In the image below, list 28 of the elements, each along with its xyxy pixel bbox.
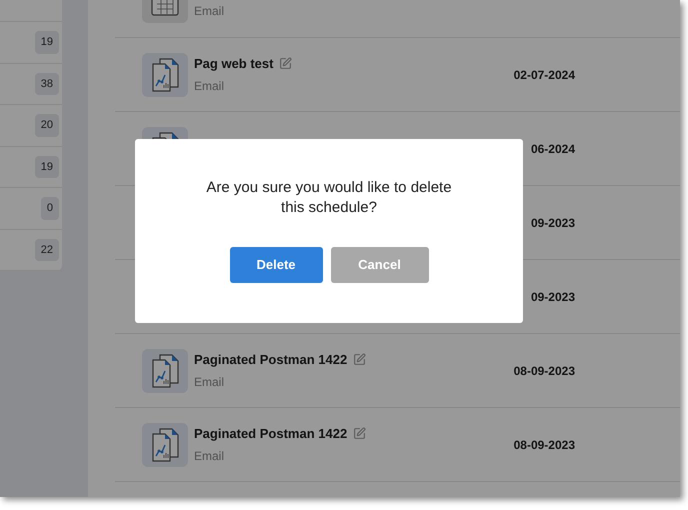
schedule-date: 08-09-2023 (514, 438, 575, 452)
schedule-type: Email (194, 78, 226, 96)
edit-icon[interactable] (353, 353, 366, 366)
schedule-name: Paginated Postman 1422 (194, 424, 348, 443)
cancel-button[interactable]: Cancel (330, 247, 428, 283)
edit-icon[interactable] (353, 427, 366, 440)
schedule-date: 06-2024 (530, 142, 575, 156)
count-badge: 19 (34, 31, 59, 54)
schedule-name: Pag web test (194, 54, 274, 73)
report-icon (142, 52, 188, 96)
schedule-date: 02-07-2024 (514, 68, 575, 82)
dialog-message: Are you sure you would like to delete this schedule? (205, 178, 453, 218)
schedule-date: 09-2023 (530, 290, 575, 304)
schedule-date: 09-2023 (530, 216, 575, 230)
schedule-date: 08-09-2023 (514, 364, 575, 378)
count-badge: 19 (34, 156, 59, 178)
schedule-type: Email (194, 448, 226, 466)
count-badge: 22 (34, 238, 59, 261)
report-icon (142, 422, 188, 466)
schedule-type: Email (194, 374, 226, 392)
delete-button[interactable]: Delete (230, 247, 322, 283)
count-badge: 38 (34, 72, 59, 95)
count-badge: 20 (34, 114, 59, 136)
edit-icon[interactable] (279, 57, 292, 70)
schedule-name: Paginated Postman 1422 (194, 350, 348, 369)
count-badge: 0 (40, 197, 59, 220)
schedule-type: Email (194, 2, 226, 20)
report-icon (142, 348, 188, 392)
